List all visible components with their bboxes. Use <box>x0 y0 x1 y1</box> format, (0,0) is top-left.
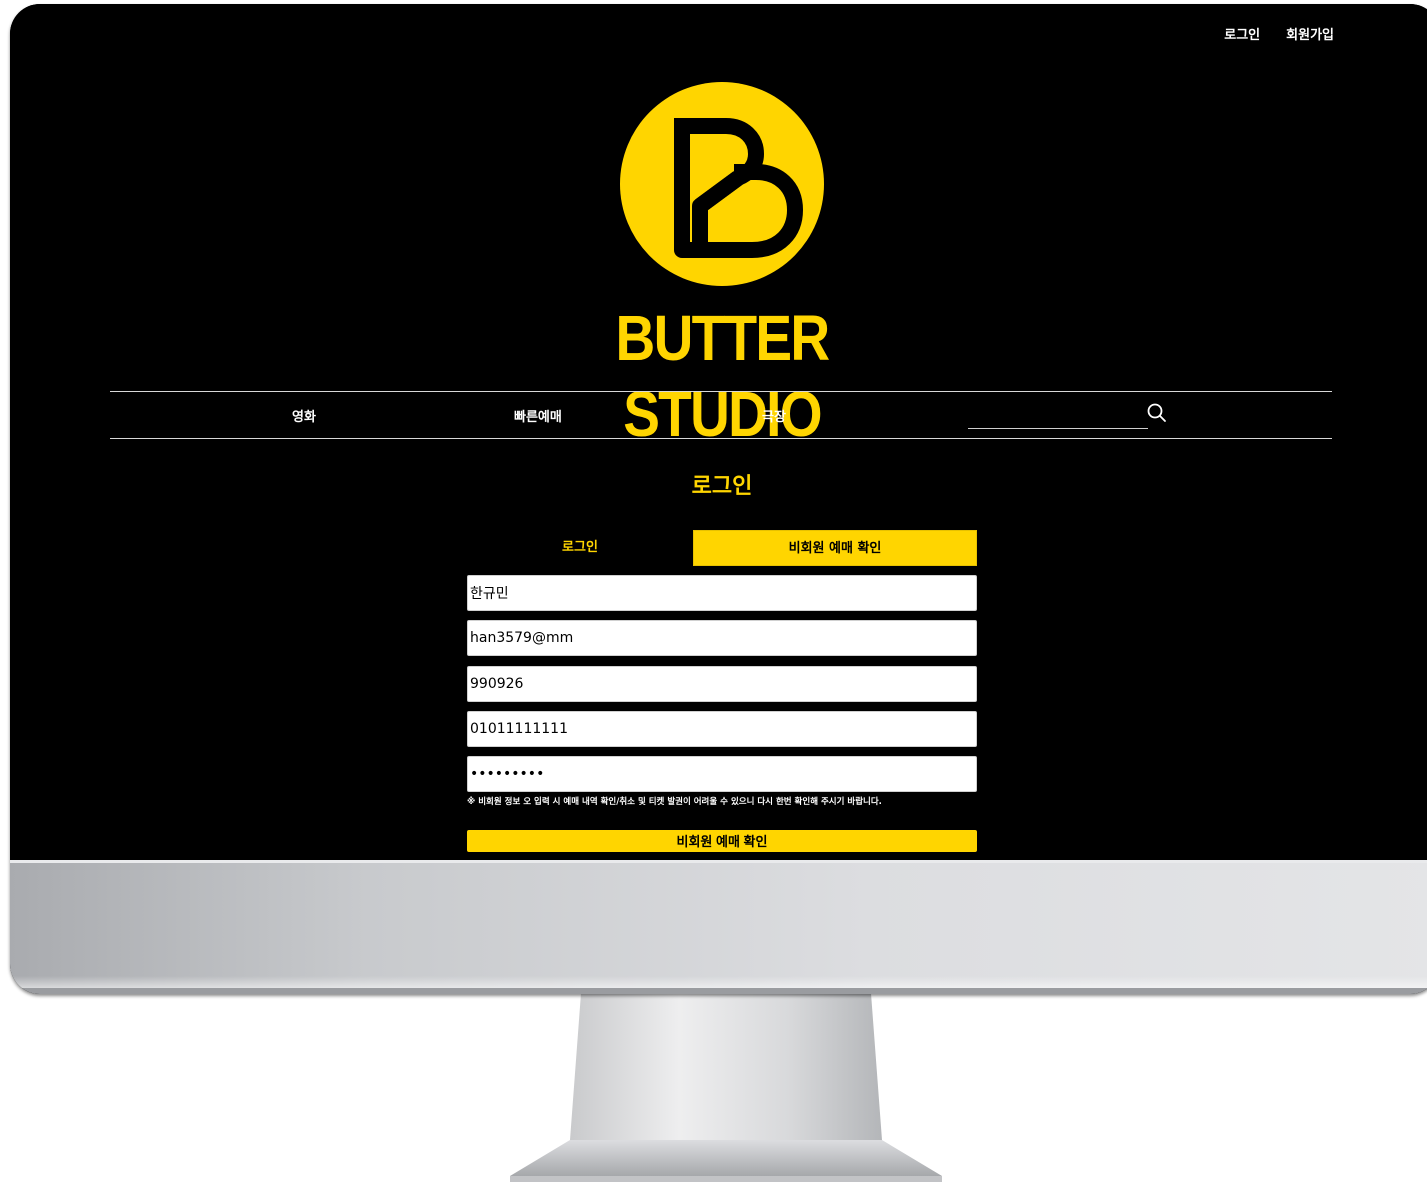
search-icon[interactable] <box>1146 402 1168 424</box>
butter-b-logo-icon[interactable] <box>620 82 824 286</box>
phone-field[interactable] <box>467 711 977 747</box>
tab-guest-booking-check[interactable]: 비회원 예매 확인 <box>693 530 977 566</box>
monitor-chin <box>10 860 1427 994</box>
main-nav: 영화 빠른예매 극장 <box>110 392 1332 438</box>
monitor-body: 로그인 회원가입 BUTTER STUDIO 영화 빠른예매 극장 로그인 로그… <box>10 4 1427 994</box>
monitor-stand <box>510 980 942 1182</box>
search-box <box>968 396 1148 429</box>
birthdate-field[interactable] <box>467 666 977 702</box>
signup-link[interactable]: 회원가입 <box>1286 24 1334 43</box>
input-warning-notice: ※ 비회원 정보 오 입력 시 예매 내역 확인/취소 및 티켓 발권이 어려울… <box>467 797 882 807</box>
password-field[interactable] <box>467 756 977 792</box>
email-field[interactable] <box>467 620 977 656</box>
chin-highlight <box>10 976 1427 988</box>
nav-item-movies[interactable]: 영화 <box>292 406 316 425</box>
desktop-monitor-mockup: 로그인 회원가입 BUTTER STUDIO 영화 빠른예매 극장 로그인 로그… <box>0 0 1427 1190</box>
page-title: 로그인 <box>691 474 753 499</box>
login-tabs: 로그인 비회원 예매 확인 <box>467 530 977 568</box>
guest-booking-check-button[interactable]: 비회원 예매 확인 <box>467 830 977 852</box>
name-field[interactable] <box>467 575 977 611</box>
search-input[interactable] <box>968 396 1142 426</box>
nav-item-theater[interactable]: 극장 <box>762 406 786 425</box>
screen: 로그인 회원가입 BUTTER STUDIO 영화 빠른예매 극장 로그인 로그… <box>10 4 1427 860</box>
top-links: 로그인 회원가입 <box>1224 24 1334 43</box>
tab-login[interactable]: 로그인 <box>467 530 693 566</box>
nav-divider-bottom <box>110 438 1332 439</box>
nav-item-quick-booking[interactable]: 빠른예매 <box>514 406 562 425</box>
login-link[interactable]: 로그인 <box>1224 24 1260 43</box>
